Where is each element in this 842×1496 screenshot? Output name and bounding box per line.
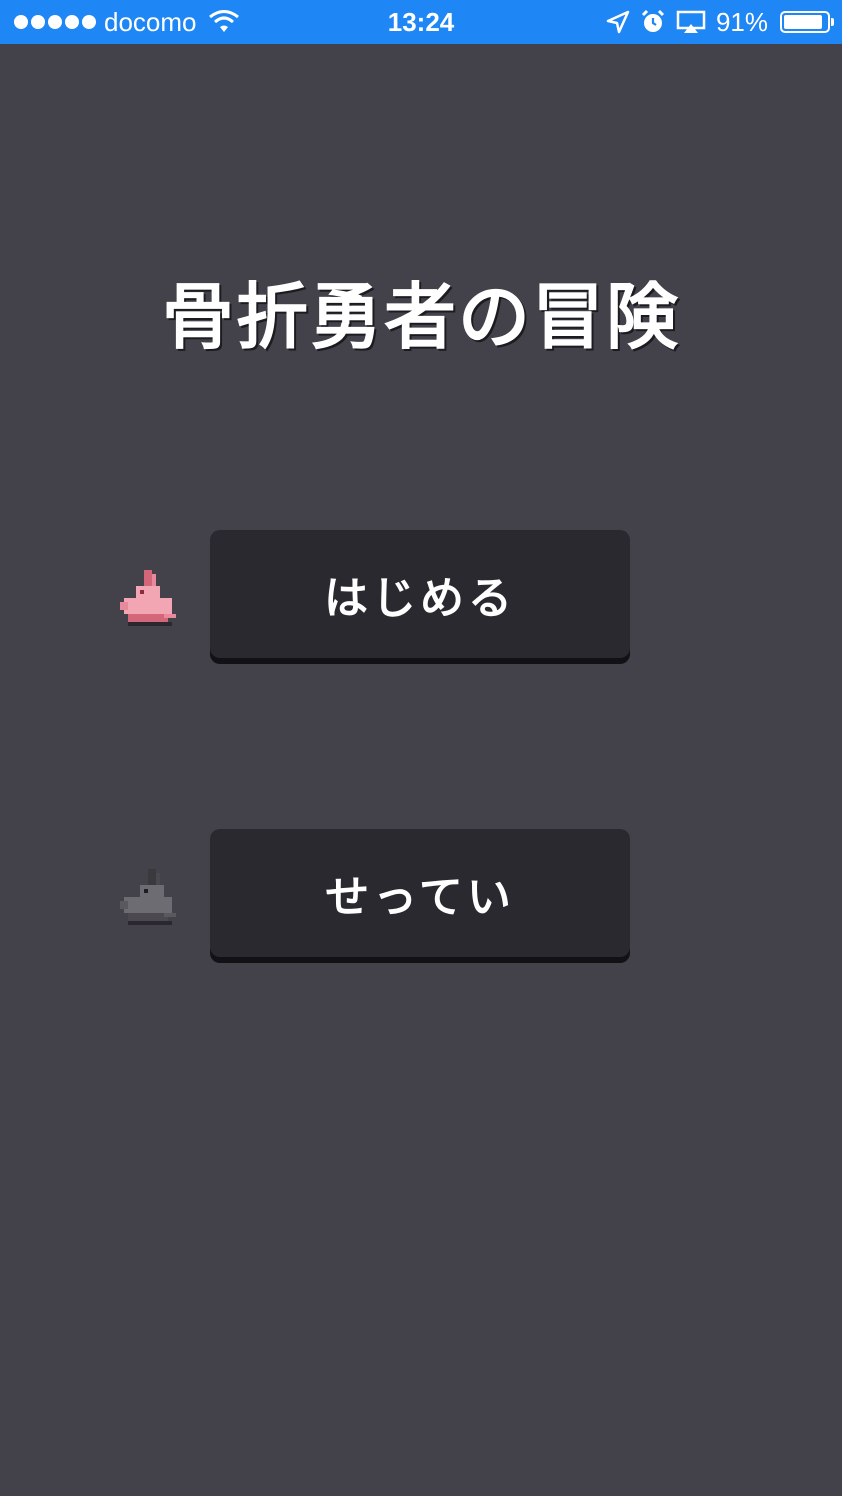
battery-percent: 91% [715, 6, 768, 37]
settings-menu-row: せってい [0, 829, 842, 965]
battery-icon [780, 11, 834, 33]
status-right: 91% [606, 0, 834, 44]
game-title: 骨折勇者の冒険 [161, 275, 680, 359]
location-arrow-icon [606, 10, 630, 34]
pink-rabbit-icon [120, 570, 176, 626]
battery-fill [784, 15, 822, 29]
airplay-icon [676, 10, 706, 33]
status-bar: docomo 13:24 91% [0, 0, 842, 44]
start-button[interactable]: はじめる [210, 530, 630, 658]
settings-button[interactable]: せってい [210, 829, 630, 957]
start-menu-row: はじめる [0, 530, 842, 666]
game-title-screen: docomo 13:24 91% 骨折勇者の冒険 はじめる せってい [0, 0, 842, 1496]
gray-rabbit-icon [120, 869, 176, 925]
alarm-icon [641, 9, 665, 32]
